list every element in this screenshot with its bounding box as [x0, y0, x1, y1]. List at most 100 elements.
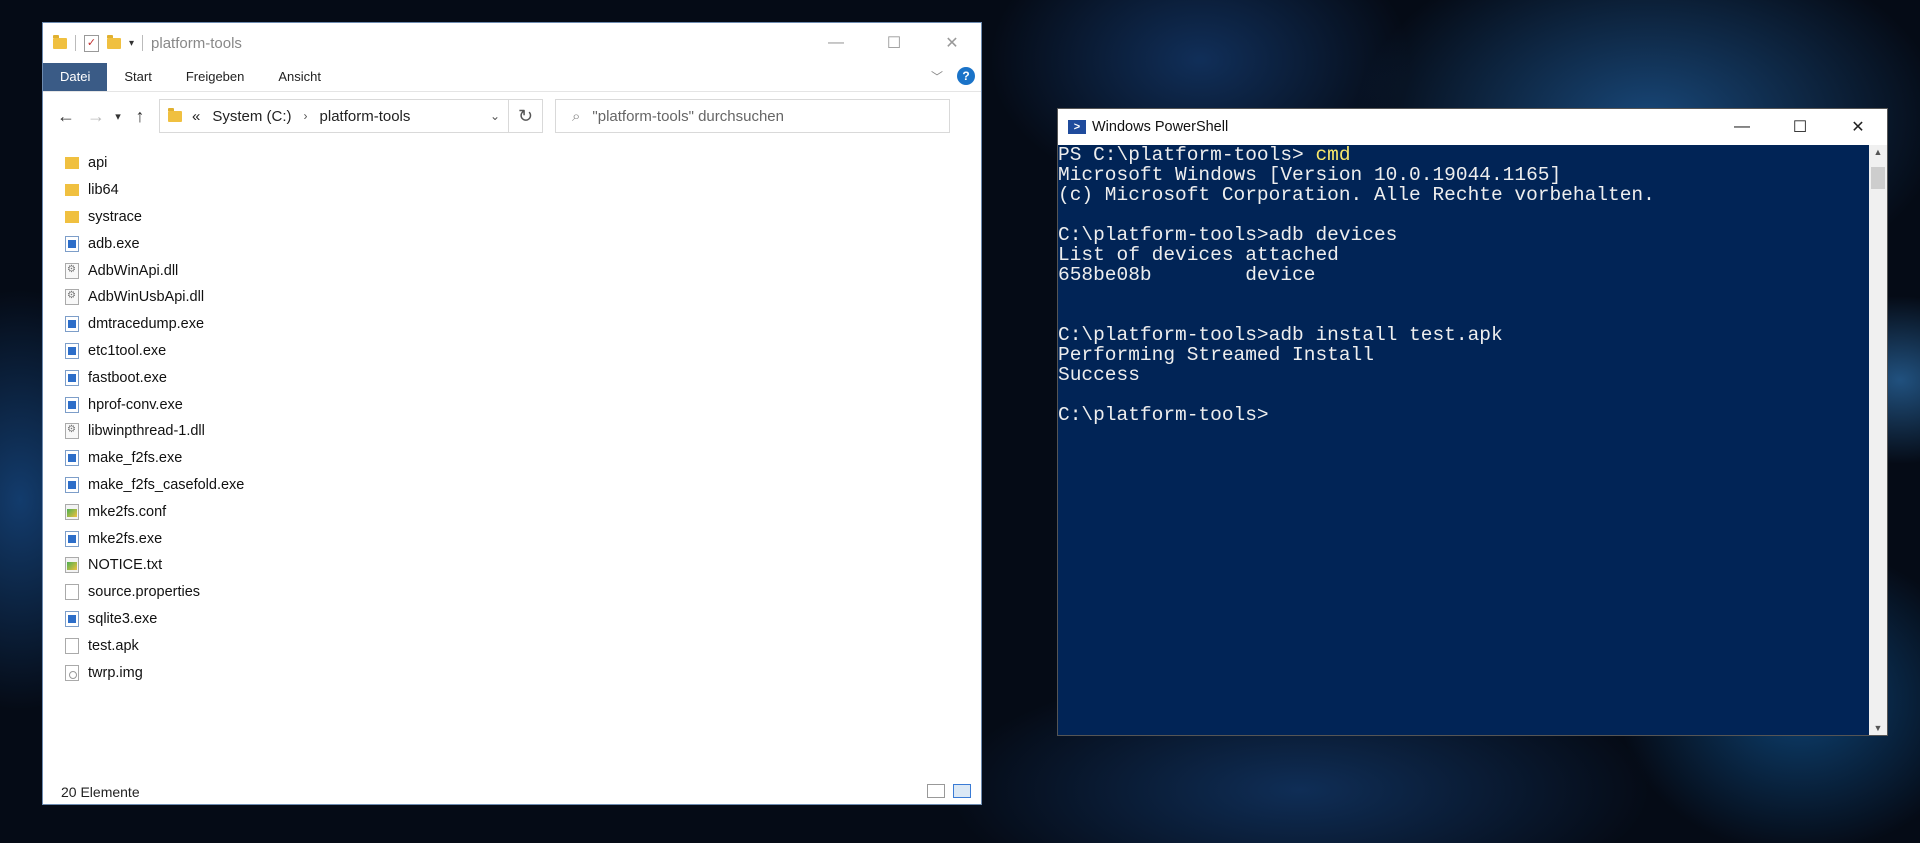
file-item[interactable]: mke2fs.exe: [65, 525, 981, 552]
console-line: List of devices attached: [1058, 245, 1869, 265]
powershell-icon: >: [1068, 120, 1086, 134]
file-name: mke2fs.exe: [88, 530, 163, 547]
address-bar[interactable]: « System (C:) › platform-tools ⌄: [159, 99, 509, 133]
file-item[interactable]: fastboot.exe: [65, 364, 981, 391]
tab-datei[interactable]: Datei: [43, 63, 108, 91]
console-output[interactable]: PS C:\platform-tools> cmd Microsoft Windo…: [1058, 145, 1869, 735]
file-item[interactable]: AdbWinUsbApi.dll: [65, 284, 981, 311]
file-item[interactable]: test.apk: [65, 632, 981, 659]
exe-file-icon: [65, 530, 79, 547]
console-text: (c) Microsoft Corporation. Alle Rechte v…: [1058, 184, 1655, 206]
console-text: C:\platform-tools>adb devices: [1058, 224, 1398, 246]
exe-file-icon: [65, 369, 79, 386]
file-item[interactable]: etc1tool.exe: [65, 338, 981, 365]
console-text: PS C:\platform-tools>: [1058, 144, 1316, 166]
file-item[interactable]: adb.exe: [65, 230, 981, 257]
breadcrumb-platform-tools[interactable]: platform-tools: [320, 108, 411, 125]
details-view-icon[interactable]: [927, 784, 945, 798]
console-text: List of devices attached: [1058, 244, 1339, 266]
exe-file-icon: [65, 610, 79, 627]
console-line: PS C:\platform-tools> cmd: [1058, 145, 1869, 165]
tab-start[interactable]: Start: [107, 63, 168, 91]
dll-file-icon: [65, 262, 79, 279]
file-item[interactable]: hprof-conv.exe: [65, 391, 981, 418]
properties-icon[interactable]: ✓: [84, 34, 99, 52]
navigation-bar: ← → ▾ ↑ « System (C:) › platform-tools ⌄…: [43, 92, 981, 140]
scroll-up-icon[interactable]: ▲: [1869, 147, 1887, 157]
file-item[interactable]: lib64: [65, 177, 981, 204]
tab-ansicht[interactable]: Ansicht: [261, 63, 338, 91]
search-placeholder: "platform-tools" durchsuchen: [592, 107, 784, 125]
up-arrow-icon[interactable]: ↑: [125, 106, 155, 127]
explorer-title-bar[interactable]: ✓ ▾ platform-tools — ☐ ✕: [43, 23, 981, 63]
expand-ribbon-icon[interactable]: ﹀: [931, 68, 943, 85]
file-item[interactable]: systrace: [65, 204, 981, 231]
tab-freigeben[interactable]: Freigeben: [169, 63, 262, 91]
powershell-title-bar[interactable]: > Windows PowerShell — ☐ ✕: [1058, 109, 1887, 145]
minimize-button[interactable]: —: [1713, 109, 1771, 145]
folder-file-icon: [65, 184, 79, 197]
new-folder-icon[interactable]: [107, 34, 121, 49]
breadcrumb-overflow[interactable]: «: [192, 108, 200, 125]
blank-file-icon: [65, 637, 79, 654]
forward-arrow-icon[interactable]: →: [81, 106, 111, 127]
exe-file-icon: [65, 316, 79, 333]
file-item[interactable]: mke2fs.conf: [65, 498, 981, 525]
file-item[interactable]: source.properties: [65, 579, 981, 606]
console-line: Performing Streamed Install: [1058, 345, 1869, 365]
txt-file-icon: [65, 557, 79, 574]
status-item-count: 20 Elemente: [61, 784, 140, 800]
file-item[interactable]: AdbWinApi.dll: [65, 257, 981, 284]
ribbon-tabs: Datei Start Freigeben Ansicht ﹀ ?: [43, 63, 981, 92]
console-text: 658be08b device: [1058, 264, 1316, 286]
console-text: C:\platform-tools>adb install test.apk: [1058, 324, 1503, 346]
file-item[interactable]: sqlite3.exe: [65, 606, 981, 633]
recent-locations-icon[interactable]: ▾: [111, 110, 125, 123]
breadcrumb-system-c[interactable]: System (C:): [212, 108, 291, 125]
refresh-button[interactable]: ↻: [509, 99, 543, 133]
scrollbar-thumb[interactable]: [1871, 167, 1885, 189]
scrollbar[interactable]: ▲ ▼: [1869, 145, 1887, 735]
console-line: 658be08b device: [1058, 265, 1869, 285]
console-line: C:\platform-tools>adb install test.apk: [1058, 325, 1869, 345]
minimize-button[interactable]: —: [807, 23, 865, 63]
maximize-button[interactable]: ☐: [1771, 109, 1829, 145]
console-command: cmd: [1315, 144, 1351, 166]
file-item[interactable]: make_f2fs.exe: [65, 445, 981, 472]
file-item[interactable]: api: [65, 150, 981, 177]
exe-file-icon: [65, 342, 79, 359]
file-name: systrace: [88, 208, 142, 225]
large-icons-view-icon[interactable]: [953, 784, 971, 798]
chevron-right-icon[interactable]: ›: [304, 109, 308, 123]
txt-file-icon: [65, 503, 79, 520]
console-text: C:\platform-tools>: [1058, 404, 1269, 426]
file-name: fastboot.exe: [88, 369, 167, 386]
help-icon[interactable]: ?: [957, 67, 975, 85]
file-item[interactable]: libwinpthread-1.dll: [65, 418, 981, 445]
file-name: make_f2fs.exe: [88, 450, 183, 467]
file-item[interactable]: make_f2fs_casefold.exe: [65, 472, 981, 499]
search-icon: ⌕: [572, 107, 581, 125]
scroll-down-icon[interactable]: ▼: [1869, 723, 1887, 733]
powershell-window: > Windows PowerShell — ☐ ✕ PS C:\platfor…: [1057, 108, 1888, 736]
folder-icon: [168, 107, 182, 122]
chevron-down-icon[interactable]: ⌄: [490, 109, 500, 123]
search-input[interactable]: ⌕ "platform-tools" durchsuchen: [555, 99, 950, 133]
console-text: Performing Streamed Install: [1058, 344, 1374, 366]
file-item[interactable]: dmtracedump.exe: [65, 311, 981, 338]
customize-toolbar-icon[interactable]: ▾: [129, 38, 134, 49]
close-button[interactable]: ✕: [1829, 109, 1887, 145]
file-name: libwinpthread-1.dll: [88, 423, 205, 440]
file-name: mke2fs.conf: [88, 503, 167, 520]
file-item[interactable]: twrp.img: [65, 659, 981, 686]
dll-file-icon: [65, 423, 79, 440]
maximize-button[interactable]: ☐: [865, 23, 923, 63]
close-button[interactable]: ✕: [923, 23, 981, 63]
file-name: source.properties: [88, 584, 201, 601]
back-arrow-icon[interactable]: ←: [51, 106, 81, 127]
exe-file-icon: [65, 235, 79, 252]
file-item[interactable]: NOTICE.txt: [65, 552, 981, 579]
